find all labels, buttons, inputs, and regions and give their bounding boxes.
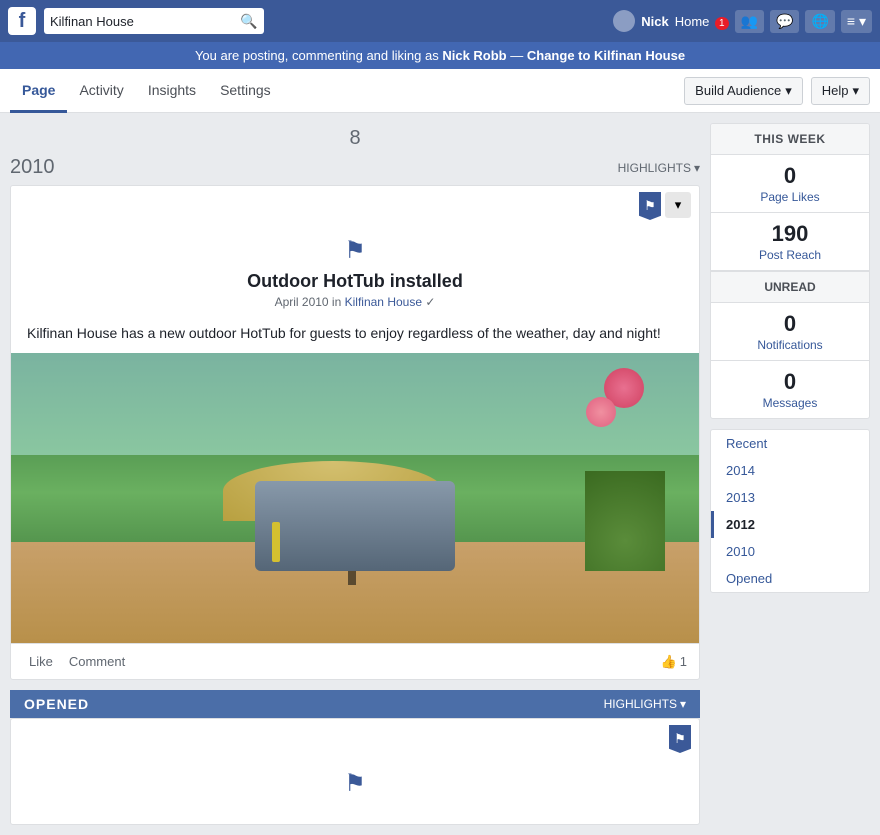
page-likes-stat: 0 Page Likes — [711, 155, 869, 213]
build-audience-chevron: ▾ — [785, 83, 792, 99]
post-title: Outdoor HotTub installed — [27, 271, 683, 292]
year-label: 2010 — [10, 156, 55, 179]
notifications-number: 0 — [723, 311, 857, 337]
image-foliage — [585, 471, 665, 571]
notification-separator: — — [507, 48, 527, 63]
tab-settings[interactable]: Settings — [208, 70, 283, 113]
opened-section-marker: OPENED HIGHLIGHTS ▾ — [10, 690, 700, 718]
friend-requests-button[interactable]: 👥 — [735, 10, 764, 33]
messages-number: 0 — [723, 369, 857, 395]
sec-nav-actions: Build Audience ▾ Help ▾ — [684, 77, 870, 105]
this-week-title: THIS WEEK — [711, 124, 869, 155]
post-reach-label[interactable]: Post Reach — [759, 248, 821, 262]
nick-robb-link[interactable]: Nick Robb — [442, 48, 506, 63]
post-reach-number: 190 — [723, 221, 857, 247]
year-2010-marker: 2010 HIGHLIGHTS ▾ — [10, 150, 700, 185]
bookmark-icon-btn[interactable]: ⚑ — [639, 192, 661, 220]
opened-flag-icon: ⚑ — [27, 769, 683, 798]
page-navigation-tabs: Page Activity Insights Settings Build Au… — [0, 69, 880, 113]
main-layout: 8 2010 HIGHLIGHTS ▾ ⚑ ▾ ⚑ Outdoor HotTub… — [0, 113, 880, 835]
notifications-label[interactable]: Notifications — [757, 338, 822, 352]
notification-text: You are posting, commenting and liking a… — [195, 48, 442, 63]
top-page-number: 8 — [10, 123, 700, 150]
fb-logo-letter: f — [19, 11, 26, 31]
timeline-nav-2012[interactable]: 2012 — [711, 511, 869, 538]
user-avatar — [613, 10, 635, 32]
post-actions: Like Comment — [23, 650, 131, 673]
settings-menu-button[interactable]: ≡ ▾ — [841, 10, 872, 33]
post-reach-stat: 190 Post Reach — [711, 213, 869, 271]
home-badge: 1 — [715, 17, 729, 30]
timeline-nav-opened[interactable]: Opened — [711, 565, 869, 592]
tab-page[interactable]: Page — [10, 70, 67, 113]
verified-icon: ✓ — [425, 295, 435, 309]
like-button[interactable]: Like — [23, 650, 59, 673]
tab-insights[interactable]: Insights — [136, 70, 208, 113]
help-chevron: ▾ — [852, 83, 859, 99]
notifications-stat: 0 Notifications — [711, 303, 869, 361]
like-count: 👍 1 — [661, 654, 687, 670]
highlights-chevron: ▾ — [694, 161, 700, 175]
timeline-nav-recent[interactable]: Recent — [711, 430, 869, 457]
facebook-logo: f — [8, 7, 36, 35]
image-bottle — [272, 522, 280, 562]
opened-highlights-chevron: ▾ — [680, 697, 686, 711]
page-link[interactable]: Kilfinan House — [345, 295, 422, 309]
comment-button[interactable]: Comment — [63, 650, 131, 673]
posting-notification-bar: You are posting, commenting and liking a… — [0, 42, 880, 69]
post-options-btn[interactable]: ▾ — [665, 192, 691, 218]
search-submit-button[interactable]: 🔍 — [240, 13, 257, 30]
post-date: April 2010 in — [275, 295, 342, 309]
opened-highlights-button[interactable]: HIGHLIGHTS ▾ — [604, 697, 686, 711]
image-flower-2 — [586, 397, 616, 427]
help-button[interactable]: Help ▾ — [811, 77, 870, 105]
image-hot-tub — [255, 481, 455, 571]
hot-tub-image — [11, 353, 699, 643]
opened-post-header: ⚑ — [11, 753, 699, 824]
post-body-text: Kilfinan House has a new outdoor HotTub … — [11, 317, 699, 353]
search-bar: 🔍 — [44, 8, 264, 34]
change-to-page-link[interactable]: Change to Kilfinan House — [527, 48, 685, 63]
tab-activity[interactable]: Activity — [67, 70, 135, 113]
milestone-flag-icon: ⚑ — [27, 236, 683, 265]
timeline-nav-2014[interactable]: 2014 — [711, 457, 869, 484]
opened-bookmark-btn[interactable]: ⚑ — [669, 725, 691, 753]
nav-right-section: Nick Home 1 👥 💬 🌐 ≡ ▾ — [613, 10, 872, 33]
hot-tub-post-card: ⚑ ▾ ⚑ Outdoor HotTub installed April 201… — [10, 185, 700, 680]
page-likes-label[interactable]: Page Likes — [760, 190, 819, 204]
nav-user-name: Nick — [641, 14, 668, 29]
highlights-button[interactable]: HIGHLIGHTS ▾ — [618, 161, 700, 175]
timeline-nav-2013[interactable]: 2013 — [711, 484, 869, 511]
timeline-content: 8 2010 HIGHLIGHTS ▾ ⚑ ▾ ⚑ Outdoor HotTub… — [10, 123, 700, 835]
opened-label: OPENED — [24, 696, 89, 712]
search-input[interactable] — [50, 14, 240, 29]
messages-button[interactable]: 💬 — [770, 10, 799, 33]
notifications-button[interactable]: 🌐 — [805, 10, 834, 33]
opened-post-action-row: ⚑ — [11, 719, 699, 753]
thumbs-up-icon: 👍 — [661, 654, 677, 670]
unread-title: UNREAD — [711, 271, 869, 303]
post-action-row: ⚑ ▾ — [11, 186, 699, 220]
build-audience-button[interactable]: Build Audience ▾ — [684, 77, 803, 105]
messages-label[interactable]: Messages — [763, 396, 818, 410]
opened-post-header-actions: ⚑ — [669, 725, 691, 753]
top-navigation: f 🔍 Nick Home 1 👥 💬 🌐 ≡ ▾ — [0, 0, 880, 42]
image-inner — [11, 353, 699, 643]
opened-post-card: ⚑ ⚑ — [10, 718, 700, 825]
this-week-widget: THIS WEEK 0 Page Likes 190 Post Reach UN… — [710, 123, 870, 419]
timeline-nav-widget: Recent 2014 2013 2012 2010 Opened — [710, 429, 870, 593]
timeline-nav-2010[interactable]: 2010 — [711, 538, 869, 565]
post-footer: Like Comment 👍 1 — [11, 643, 699, 679]
right-sidebar: THIS WEEK 0 Page Likes 190 Post Reach UN… — [710, 123, 870, 835]
page-likes-number: 0 — [723, 163, 857, 189]
post-header-actions: ⚑ ▾ — [639, 192, 691, 220]
messages-stat: 0 Messages — [711, 361, 869, 418]
post-header: ⚑ Outdoor HotTub installed April 2010 in… — [11, 220, 699, 317]
nav-home-link[interactable]: Home 1 — [675, 14, 729, 29]
post-subtitle: April 2010 in Kilfinan House ✓ — [27, 295, 683, 309]
